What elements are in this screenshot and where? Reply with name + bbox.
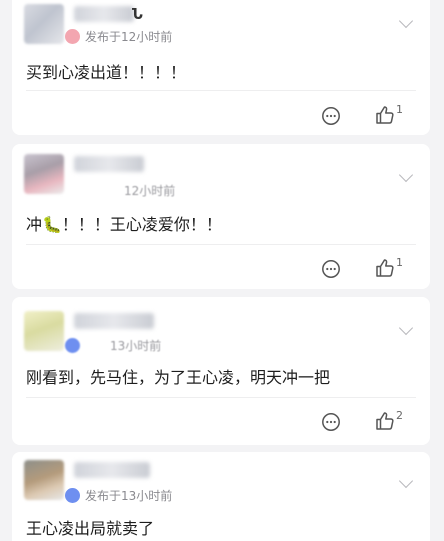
reply-button[interactable] (321, 106, 341, 126)
chevron-down-icon[interactable] (398, 13, 414, 29)
reply-button[interactable] (321, 412, 341, 432)
avatar[interactable] (24, 460, 64, 500)
comment-time: 12小时前 (124, 184, 176, 198)
chevron-down-icon[interactable] (398, 167, 414, 183)
divider (26, 90, 416, 91)
avatar[interactable] (24, 4, 64, 44)
divider (26, 244, 416, 245)
like-count: 1 (396, 256, 403, 269)
chevron-down-icon[interactable] (398, 473, 414, 489)
comment-text: 冲🐛！！！王心凌爱你！！ (26, 215, 222, 234)
user-badge-icon (65, 338, 80, 353)
like-button[interactable]: 2 (375, 409, 403, 431)
user-badge-icon (65, 29, 80, 44)
comment-icon (322, 107, 340, 125)
like-count: 1 (396, 103, 403, 116)
comment-time: 发布于12小时前 (85, 30, 173, 44)
comment-icon (322, 413, 340, 431)
avatar[interactable] (24, 311, 64, 351)
comment-time: 发布于13小时前 (85, 489, 173, 503)
like-button[interactable]: 1 (375, 103, 403, 125)
comment-time: 13小时前 (110, 339, 162, 353)
like-count: 2 (396, 409, 403, 422)
comment-feed: Ն 发布于12小时前 买到心凌出道！！！！ 1 12小时前 冲🐛！！！王心凌爱你… (0, 0, 444, 541)
comment-text: 王心凌出局就卖了 (26, 519, 155, 538)
avatar[interactable] (24, 154, 64, 194)
comment-card: 12小时前 冲🐛！！！王心凌爱你！！ 1 (12, 144, 430, 289)
username[interactable] (74, 313, 154, 329)
user-badge-icon (65, 488, 80, 503)
comment-icon (322, 260, 340, 278)
comment-text: 买到心凌出道！！！！ (26, 63, 187, 82)
comment-text: 刚看到，先马住，为了王心凌，明天冲一把 (26, 368, 331, 387)
username[interactable] (74, 462, 150, 478)
thumbs-up-icon (376, 412, 394, 430)
username[interactable] (74, 156, 144, 172)
chevron-down-icon[interactable] (398, 320, 414, 336)
divider (26, 397, 416, 398)
comment-card: 发布于13小时前 王心凌出局就卖了 (12, 452, 430, 541)
comment-card: 13小时前 刚看到，先马住，为了王心凌，明天冲一把 2 (12, 297, 430, 445)
thumbs-up-icon (376, 259, 394, 277)
reply-button[interactable] (321, 259, 341, 279)
thumbs-up-icon (376, 106, 394, 124)
username-tail: Ն (132, 5, 143, 23)
username[interactable] (74, 6, 134, 22)
comment-card: Ն 发布于12小时前 买到心凌出道！！！！ 1 (12, 0, 430, 135)
like-button[interactable]: 1 (375, 256, 403, 278)
